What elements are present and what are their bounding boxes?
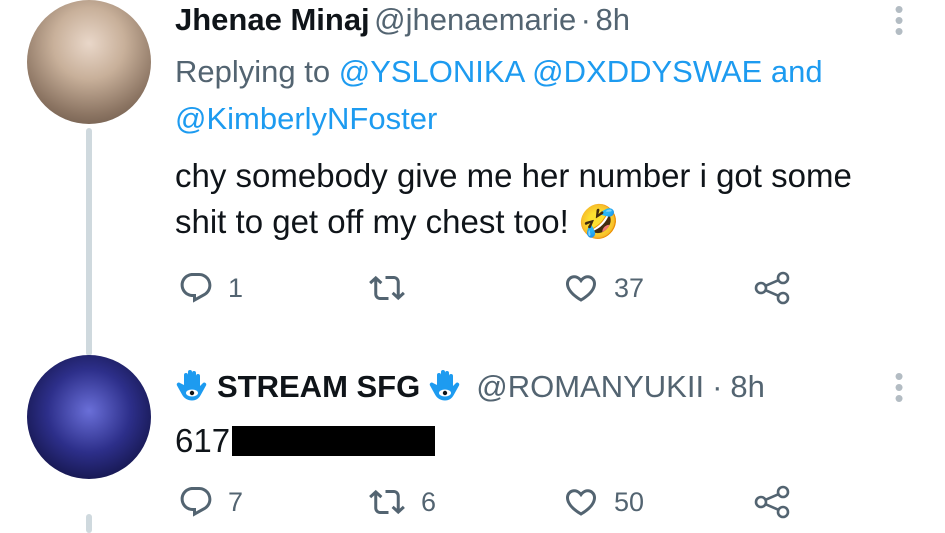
timestamp[interactable]: 8h <box>595 2 629 37</box>
tweet-text: 617 <box>175 422 231 459</box>
mention-link[interactable]: @YSLONIKA <box>339 54 524 89</box>
mention-link[interactable]: @KimberlyNFoster <box>175 101 437 136</box>
timestamp[interactable]: 8h <box>730 369 764 405</box>
handle[interactable]: @ROMANYUKII <box>476 369 704 405</box>
display-name[interactable]: Jhenae Minaj <box>175 2 370 37</box>
retweet-button[interactable] <box>367 270 421 306</box>
tweet-text-line: chy somebody give me her number i got so… <box>175 157 852 194</box>
mention-joiner[interactable]: and <box>771 54 823 89</box>
separator: · <box>580 2 591 37</box>
retweet-icon <box>369 275 405 301</box>
mention-link[interactable]: @DXDDYSWAE <box>532 54 762 89</box>
retweet-count: 6 <box>421 486 437 517</box>
share-button[interactable] <box>752 270 792 306</box>
hamsa-emoji <box>176 370 207 401</box>
avatar-romanyukii[interactable] <box>27 355 151 479</box>
tweet1-text: chy somebody give me her number i got so… <box>175 153 852 245</box>
hamsa-emoji <box>430 370 460 401</box>
redaction-bar <box>232 426 436 456</box>
replying-to: Replying to @YSLONIKA @DXDDYSWAE and <box>175 54 823 90</box>
share-icon <box>754 271 790 305</box>
tweet-text-line: shit to get off my chest too! <box>175 203 569 240</box>
share-icon <box>754 485 790 519</box>
like-button[interactable]: 37 <box>562 270 644 306</box>
thread-line <box>86 128 92 356</box>
tweet2-text: 617 <box>175 418 436 464</box>
heart-icon <box>565 275 597 302</box>
like-count: 50 <box>614 486 645 517</box>
display-name[interactable]: STREAM SFG <box>217 369 420 405</box>
reply-icon <box>180 273 212 303</box>
handle[interactable]: @jhenaemarie <box>374 2 576 37</box>
reply-button[interactable]: 7 <box>178 484 243 520</box>
reply-button[interactable]: 1 <box>178 270 243 306</box>
reply-icon <box>180 487 212 517</box>
rofl-emoji: 🤣 <box>577 203 620 240</box>
like-button[interactable]: 50 <box>562 484 644 520</box>
tweet2-header: STREAM SFG @ROMANYUKII · 8h <box>175 368 765 406</box>
separator: · <box>712 369 723 404</box>
reply-count: 7 <box>228 486 244 517</box>
thread-line <box>86 514 92 533</box>
retweet-icon <box>369 489 405 515</box>
more-icon[interactable]: • • • <box>893 363 905 411</box>
replying-prefix: Replying to <box>175 54 331 89</box>
reply-count: 1 <box>228 272 244 303</box>
heart-icon <box>565 489 597 516</box>
avatar-jhenae[interactable] <box>27 0 151 124</box>
more-icon[interactable]: • • • <box>893 0 905 44</box>
tweet1-header: Jhenae Minaj @jhenaemarie · 8h <box>175 2 630 38</box>
retweet-button[interactable]: 6 <box>367 484 436 520</box>
share-button[interactable] <box>752 484 792 520</box>
like-count: 37 <box>614 272 645 303</box>
